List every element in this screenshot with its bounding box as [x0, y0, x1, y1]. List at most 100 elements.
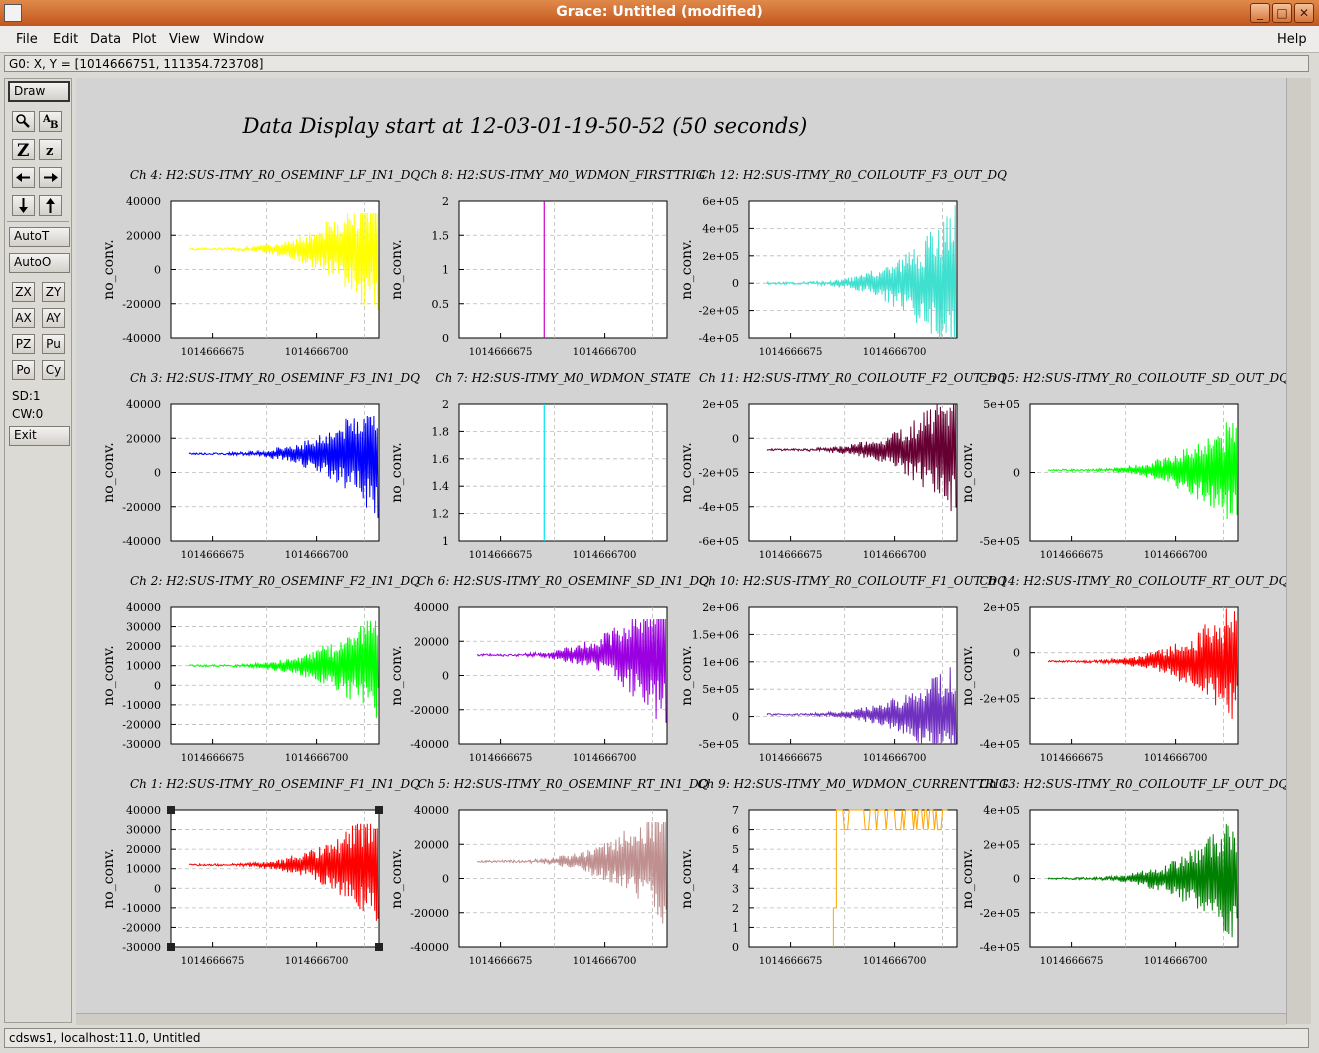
y-tick-label: -20000	[410, 704, 449, 717]
chart-9: Ch 6: H2:SUS-ITMY_R0_OSEMINF_SD_IN1_DQ 40…	[389, 574, 709, 764]
y-tick-label: 40000	[126, 195, 161, 208]
minimize-icon[interactable]: _	[1250, 3, 1270, 23]
zx-button[interactable]: ZX	[12, 282, 35, 302]
x-tick-label: 1014666700	[1144, 753, 1208, 764]
menu-window[interactable]: Window	[213, 32, 264, 47]
chart-2: Ch 8: H2:SUS-ITMY_M0_WDMON_FIRSTTRIG 2 1.5…	[389, 168, 706, 358]
y-tick-label: -2e+05	[980, 692, 1020, 705]
chart-title: Ch 12: H2:SUS-ITMY_R0_COILOUTF_F3_OUT_DQ	[699, 168, 1007, 182]
y-tick-label: 1	[442, 535, 449, 548]
menu-view[interactable]: View	[169, 32, 200, 47]
x-tick-label: 1014666700	[573, 753, 637, 764]
y-tick-label: -2e+05	[699, 305, 739, 318]
chart-title: Ch 15: H2:SUS-ITMY_R0_COILOUTF_SD_OUT_DQ	[979, 371, 1286, 385]
y-tick-label: 20000	[126, 432, 161, 445]
x-tick-label: 1014666700	[1144, 550, 1208, 561]
y-tick-label: 2e+05	[702, 250, 739, 263]
y-tick-label: 2	[732, 902, 739, 915]
po-button[interactable]: Po	[12, 360, 35, 380]
autoo-button[interactable]: AutoO	[9, 253, 70, 273]
y-tick-label: -4e+05	[980, 941, 1020, 954]
y-tick-label: -4e+05	[699, 332, 739, 345]
y-axis-label: no_conv.	[389, 239, 405, 299]
x-tick-label: 1014666700	[285, 550, 349, 561]
canvas-title: Data Display start at 12-03-01-19-50-52 …	[242, 114, 808, 138]
draw-button[interactable]: Draw	[8, 81, 70, 102]
x-tick-label: 1014666700	[285, 956, 349, 967]
y-tick-label: -2e+05	[980, 907, 1020, 920]
cy-button[interactable]: Cy	[42, 360, 65, 380]
y-tick-label: 0	[154, 467, 161, 480]
y-tick-label: 10000	[126, 863, 161, 876]
arrow-down-icon[interactable]	[12, 195, 35, 216]
x-tick-label: 1014666675	[759, 753, 823, 764]
y-tick-label: 1.4	[432, 480, 450, 493]
y-tick-label: -30000	[122, 941, 161, 954]
y-tick-label: 1.2	[432, 508, 450, 521]
graph-canvas[interactable]: Data Display start at 12-03-01-19-50-52 …	[76, 78, 1289, 1013]
y-tick-label: 5	[732, 843, 739, 856]
y-tick-label: 1.5	[432, 229, 450, 242]
arrow-right-icon[interactable]	[39, 167, 62, 188]
ax-button[interactable]: AX	[12, 308, 35, 328]
pu-button[interactable]: Pu	[42, 334, 65, 354]
x-tick-label: 1014666700	[863, 347, 927, 358]
text-icon[interactable]: AB	[39, 111, 62, 132]
y-axis-label: no_conv.	[389, 848, 405, 908]
menu-data[interactable]: Data	[90, 32, 121, 47]
exit-button[interactable]: Exit	[9, 426, 70, 446]
x-tick-label: 1014666675	[1040, 956, 1104, 967]
selection-handle	[375, 806, 383, 814]
horizontal-scrollbar[interactable]	[76, 1013, 1286, 1025]
y-tick-label: 5e+05	[983, 398, 1020, 411]
chart-12: Ch 1: H2:SUS-ITMY_R0_OSEMINF_F1_IN1_DQ 40…	[101, 777, 420, 967]
chart-13: Ch 5: H2:SUS-ITMY_R0_OSEMINF_RT_IN1_DQ 40…	[389, 777, 709, 967]
y-tick-label: 40000	[126, 398, 161, 411]
plot-frame	[170, 606, 380, 745]
selection-handle	[375, 943, 383, 951]
y-axis-label: no_conv.	[960, 442, 976, 502]
menu-edit[interactable]: Edit	[53, 32, 78, 47]
sd-status: SD:1	[12, 389, 41, 403]
x-tick-label: 1014666675	[181, 550, 245, 561]
zoom-in-icon[interactable]: Z	[12, 139, 35, 161]
arrow-left-icon[interactable]	[12, 167, 35, 188]
arrow-up-icon[interactable]	[39, 195, 62, 216]
x-tick-label: 1014666700	[573, 550, 637, 561]
chart-7: Ch 15: H2:SUS-ITMY_R0_COILOUTF_SD_OUT_DQ…	[960, 371, 1289, 561]
chart-title: Ch 4: H2:SUS-ITMY_R0_OSEMINF_LF_IN1_DQ	[130, 168, 420, 182]
ay-button[interactable]: AY	[42, 308, 65, 328]
menu-file[interactable]: File	[16, 32, 38, 47]
y-tick-label: -20000	[122, 921, 161, 934]
vertical-scrollbar[interactable]	[1286, 78, 1311, 1024]
zoom-out-icon[interactable]: z	[39, 139, 62, 160]
menu-plot[interactable]: Plot	[132, 32, 157, 47]
y-tick-label: -40000	[410, 941, 449, 954]
maximize-icon[interactable]: □	[1272, 3, 1292, 23]
y-tick-label: 2e+05	[702, 398, 739, 411]
chart-3: Ch 12: H2:SUS-ITMY_R0_COILOUTF_F3_OUT_DQ…	[679, 168, 1007, 358]
menu-help[interactable]: Help	[1277, 32, 1307, 47]
y-tick-label: 6e+05	[702, 195, 739, 208]
x-tick-label: 1014666700	[573, 956, 637, 967]
autot-button[interactable]: AutoT	[9, 227, 70, 247]
y-tick-label: -5e+05	[980, 535, 1020, 548]
y-tick-label: 20000	[414, 838, 449, 851]
zy-button[interactable]: ZY	[42, 282, 65, 302]
close-icon[interactable]: ✕	[1294, 3, 1314, 23]
y-axis-label: no_conv.	[679, 239, 695, 299]
x-tick-label: 1014666700	[863, 753, 927, 764]
x-tick-label: 1014666700	[863, 956, 927, 967]
y-axis-label: no_conv.	[679, 848, 695, 908]
y-tick-label: 4	[732, 863, 739, 876]
pz-button[interactable]: PZ	[12, 334, 35, 354]
y-tick-label: -40000	[122, 535, 161, 548]
y-tick-label: 0	[442, 670, 449, 683]
y-tick-label: -10000	[122, 902, 161, 915]
x-tick-label: 1014666675	[759, 956, 823, 967]
magnifier-icon[interactable]	[12, 111, 35, 132]
x-tick-label: 1014666675	[469, 956, 533, 967]
chart-title: Ch 10: H2:SUS-ITMY_R0_COILOUTF_F1_OUT_DQ	[699, 574, 1007, 588]
y-tick-label: 20000	[126, 229, 161, 242]
y-tick-label: 0	[1013, 873, 1020, 886]
